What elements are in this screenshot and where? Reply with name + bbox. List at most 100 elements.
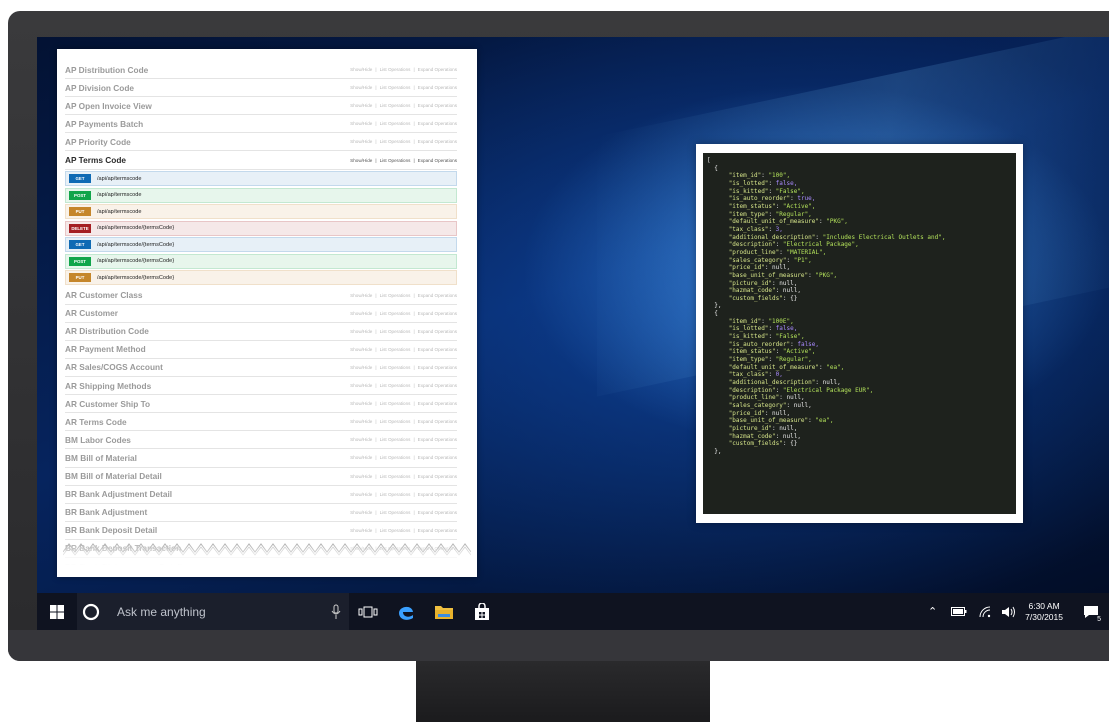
resource-name-link[interactable]: AP Division Code bbox=[65, 83, 134, 93]
list-operations-link[interactable]: List Operations bbox=[380, 329, 411, 334]
expand-operations-link[interactable]: Expand Operations bbox=[418, 455, 457, 460]
list-operations-link[interactable]: List Operations bbox=[380, 103, 411, 108]
show-hide-link[interactable]: Show/Hide bbox=[350, 85, 372, 90]
show-hide-link[interactable]: Show/Hide bbox=[350, 139, 372, 144]
list-operations-link[interactable]: List Operations bbox=[380, 528, 411, 533]
list-operations-link[interactable]: List Operations bbox=[380, 383, 411, 388]
operation-row[interactable]: POST/api/ap/termscode/{termsCode} bbox=[65, 253, 457, 269]
wifi-icon[interactable] bbox=[979, 606, 991, 618]
show-hide-link[interactable]: Show/Hide bbox=[350, 347, 372, 352]
expand-operations-link[interactable]: Expand Operations bbox=[418, 103, 457, 108]
store-button[interactable] bbox=[463, 593, 501, 630]
list-operations-link[interactable]: List Operations bbox=[380, 419, 411, 424]
list-operations-link[interactable]: List Operations bbox=[380, 510, 411, 515]
show-hide-link[interactable]: Show/Hide bbox=[350, 492, 372, 497]
expand-operations-link[interactable]: Expand Operations bbox=[418, 158, 457, 163]
show-hide-link[interactable]: Show/Hide bbox=[350, 67, 372, 72]
list-operations-link[interactable]: List Operations bbox=[380, 67, 411, 72]
list-operations-link[interactable]: List Operations bbox=[380, 365, 411, 370]
resource-name-link[interactable]: AR Sales/COGS Account bbox=[65, 362, 163, 372]
show-hide-link[interactable]: Show/Hide bbox=[350, 329, 372, 334]
show-hide-link[interactable]: Show/Hide bbox=[350, 528, 372, 533]
show-hide-link[interactable]: Show/Hide bbox=[350, 103, 372, 108]
file-explorer-button[interactable] bbox=[425, 593, 463, 630]
list-operations-link[interactable]: List Operations bbox=[380, 401, 411, 406]
expand-operations-link[interactable]: Expand Operations bbox=[418, 67, 457, 72]
expand-operations-link[interactable]: Expand Operations bbox=[418, 311, 457, 316]
resource-name-link[interactable]: AR Customer Class bbox=[65, 290, 142, 300]
resource-name-link[interactable]: BR Bank Adjustment bbox=[65, 507, 147, 517]
resource-name-link[interactable]: BM Bill of Material bbox=[65, 453, 137, 463]
expand-operations-link[interactable]: Expand Operations bbox=[418, 139, 457, 144]
resource-name-link[interactable]: AR Payment Method bbox=[65, 344, 146, 354]
operation-row[interactable]: GET/api/ap/termscode/{termsCode} bbox=[65, 237, 457, 253]
resource-name-link[interactable]: AR Customer Ship To bbox=[65, 399, 150, 409]
resource-name-link[interactable]: BR Bank Adjustment Detail bbox=[65, 489, 172, 499]
operation-row[interactable]: GET/api/ap/termscode bbox=[65, 171, 457, 187]
microphone-icon[interactable] bbox=[331, 604, 341, 620]
resource-name-link[interactable]: AP Priority Code bbox=[65, 137, 131, 147]
list-operations-link[interactable]: List Operations bbox=[380, 139, 411, 144]
chevron-up-icon[interactable]: ⌃ bbox=[928, 605, 937, 618]
resource-name-link[interactable]: AR Distribution Code bbox=[65, 326, 149, 336]
show-hide-link[interactable]: Show/Hide bbox=[350, 158, 372, 163]
list-operations-link[interactable]: List Operations bbox=[380, 347, 411, 352]
expand-operations-link[interactable]: Expand Operations bbox=[418, 293, 457, 298]
operation-row[interactable]: DELETE/api/ap/termscode/{termsCode} bbox=[65, 220, 457, 236]
list-operations-link[interactable]: List Operations bbox=[380, 311, 411, 316]
list-operations-link[interactable]: List Operations bbox=[380, 85, 411, 90]
resource-name-link[interactable]: AP Distribution Code bbox=[65, 65, 148, 75]
show-hide-link[interactable]: Show/Hide bbox=[350, 293, 372, 298]
show-hide-link[interactable]: Show/Hide bbox=[350, 437, 372, 442]
resource-name-link[interactable]: AP Terms Code bbox=[65, 155, 126, 165]
list-operations-link[interactable]: List Operations bbox=[380, 474, 411, 479]
expand-operations-link[interactable]: Expand Operations bbox=[418, 401, 457, 406]
expand-operations-link[interactable]: Expand Operations bbox=[418, 347, 457, 352]
list-operations-link[interactable]: List Operations bbox=[380, 492, 411, 497]
resource-name-link[interactable]: AR Shipping Methods bbox=[65, 381, 151, 391]
clock[interactable]: 6:30 AM 7/30/2015 bbox=[1025, 601, 1063, 623]
resource-name-link[interactable]: BR Bank Deposit Detail bbox=[65, 525, 157, 535]
resource-name-link[interactable]: AR Terms Code bbox=[65, 417, 127, 427]
expand-operations-link[interactable]: Expand Operations bbox=[418, 329, 457, 334]
resource-name-link[interactable]: AR Customer bbox=[65, 308, 118, 318]
show-hide-link[interactable]: Show/Hide bbox=[350, 121, 372, 126]
battery-icon[interactable] bbox=[951, 607, 967, 616]
expand-operations-link[interactable]: Expand Operations bbox=[418, 121, 457, 126]
resource-name-link[interactable]: BM Labor Codes bbox=[65, 435, 131, 445]
operation-row[interactable]: PUT/api/ap/termscode bbox=[65, 204, 457, 220]
edge-browser-button[interactable] bbox=[387, 593, 425, 630]
expand-operations-link[interactable]: Expand Operations bbox=[418, 528, 457, 533]
resource-name-link[interactable]: BM Bill of Material Detail bbox=[65, 471, 162, 481]
list-operations-link[interactable]: List Operations bbox=[380, 293, 411, 298]
list-operations-link[interactable]: List Operations bbox=[380, 437, 411, 442]
volume-icon[interactable] bbox=[1001, 606, 1017, 618]
expand-operations-link[interactable]: Expand Operations bbox=[418, 383, 457, 388]
operation-row[interactable]: PUT/api/ap/termscode/{termsCode} bbox=[65, 270, 457, 286]
show-hide-link[interactable]: Show/Hide bbox=[350, 383, 372, 388]
cortana-search-box[interactable]: Ask me anything bbox=[77, 593, 349, 630]
task-view-button[interactable] bbox=[349, 593, 387, 630]
expand-operations-link[interactable]: Expand Operations bbox=[418, 510, 457, 515]
list-operations-link[interactable]: List Operations bbox=[380, 121, 411, 126]
show-hide-link[interactable]: Show/Hide bbox=[350, 474, 372, 479]
expand-operations-link[interactable]: Expand Operations bbox=[418, 492, 457, 497]
show-hide-link[interactable]: Show/Hide bbox=[350, 510, 372, 515]
expand-operations-link[interactable]: Expand Operations bbox=[418, 474, 457, 479]
expand-operations-link[interactable]: Expand Operations bbox=[418, 419, 457, 424]
expand-operations-link[interactable]: Expand Operations bbox=[418, 85, 457, 90]
action-center-button[interactable]: 5 bbox=[1073, 593, 1109, 630]
start-button[interactable] bbox=[37, 593, 77, 630]
expand-operations-link[interactable]: Expand Operations bbox=[418, 365, 457, 370]
list-operations-link[interactable]: List Operations bbox=[380, 455, 411, 460]
resource-name-link[interactable]: AP Open Invoice View bbox=[65, 101, 152, 111]
resource-name-link[interactable]: AP Payments Batch bbox=[65, 119, 143, 129]
operation-row[interactable]: POST/api/ap/termscode bbox=[65, 187, 457, 203]
show-hide-link[interactable]: Show/Hide bbox=[350, 311, 372, 316]
list-operations-link[interactable]: List Operations bbox=[380, 158, 411, 163]
show-hide-link[interactable]: Show/Hide bbox=[350, 455, 372, 460]
expand-operations-link[interactable]: Expand Operations bbox=[418, 437, 457, 442]
show-hide-link[interactable]: Show/Hide bbox=[350, 401, 372, 406]
show-hide-link[interactable]: Show/Hide bbox=[350, 419, 372, 424]
show-hide-link[interactable]: Show/Hide bbox=[350, 365, 372, 370]
